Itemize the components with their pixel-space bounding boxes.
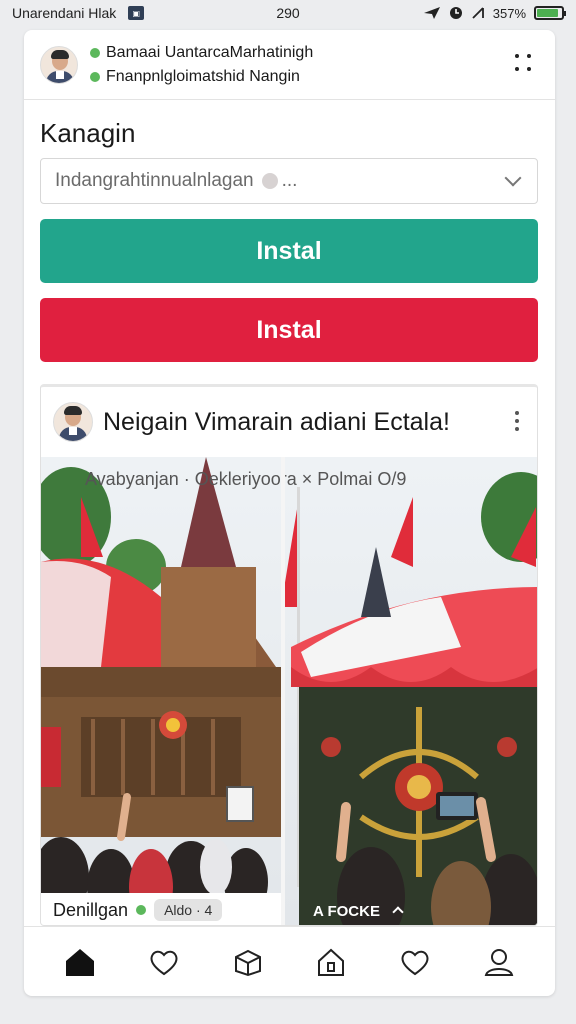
online-dot-icon xyxy=(90,71,100,82)
dropdown-select[interactable]: Indangrahtinnualnlagan ... xyxy=(40,158,538,204)
post-photo[interactable]: Avabyanjan · Oekleriyoora × Polmai O/9 D… xyxy=(41,457,537,925)
post-footer-right: A FOCKE xyxy=(313,903,404,920)
chevron-up-icon[interactable] xyxy=(392,906,404,918)
header-line-1: Bamaai UantarcaΜarhatinigh xyxy=(106,43,314,61)
status-dot-icon xyxy=(136,905,147,915)
nav-favorites-chat[interactable] xyxy=(138,936,190,988)
post-title: Neigain Vimarain adiani Ectala! xyxy=(103,407,450,436)
festival-illustration xyxy=(41,457,537,925)
post-header: Neigain Vimarain adiani Ectala! xyxy=(41,387,537,457)
dropdown-ellipsis: ... xyxy=(281,170,298,191)
chevron-down-icon xyxy=(504,169,522,187)
post-footer-left: Denillgan Aldo · 4 xyxy=(41,893,281,925)
cube-icon xyxy=(234,949,261,976)
notification-app-icon: ▣ xyxy=(128,6,145,20)
status-left-text: Unarеndani Hlak xyxy=(12,5,117,21)
avatar[interactable] xyxy=(40,45,78,84)
nav-store[interactable] xyxy=(305,936,357,988)
nav-home[interactable] xyxy=(54,936,106,988)
dropdown-value: Indangrahtinnualnlagan xyxy=(55,170,254,191)
heart-icon xyxy=(401,950,429,975)
nav-likes[interactable] xyxy=(389,936,441,988)
profile-icon xyxy=(484,948,514,976)
home-alt-icon xyxy=(318,948,345,976)
app-header: Bamaai UantarcaΜarhatinigh Fnanpnlgloima… xyxy=(24,30,555,100)
header-line-2: Fnanpnlgloimatshid Nangin xyxy=(106,67,300,85)
nav-packages[interactable] xyxy=(222,936,274,988)
online-dot-icon xyxy=(90,47,100,58)
status-bar: Unarеndani Hlak ▣ 290 357% xyxy=(0,0,576,26)
photo-caption: Avabyanjan · Oekleriyoora × Polmai O/9 xyxy=(85,469,407,489)
post-more-icon[interactable] xyxy=(515,411,519,431)
home-icon xyxy=(65,948,94,976)
install-secondary-button[interactable]: Instal xyxy=(40,298,538,362)
post-avatar[interactable] xyxy=(53,402,93,442)
post-footer-right-text: A FOCKE xyxy=(313,903,380,920)
app-card: Bamaai UantarcaΜarhatinigh Fnanpnlgloima… xyxy=(24,30,555,996)
clock-icon xyxy=(449,7,462,19)
nav-profile[interactable] xyxy=(473,936,525,988)
battery-icon xyxy=(534,6,566,20)
section-title: Kanagin xyxy=(40,118,136,148)
more-options-icon[interactable] xyxy=(515,54,535,74)
bottom-nav xyxy=(24,926,555,996)
post-author: Denillgan xyxy=(53,899,129,920)
send-icon xyxy=(423,7,440,19)
signal-icon xyxy=(472,7,484,19)
emoji-icon xyxy=(261,173,278,189)
post-card: Neigain Vimarain adiani Ectala! Avabyanj… xyxy=(40,384,538,926)
post-tag-pill[interactable]: Aldo · 4 xyxy=(154,899,223,921)
heart-chat-icon xyxy=(150,950,178,975)
battery-percent: 357% xyxy=(492,5,526,21)
install-primary-button[interactable]: Instal xyxy=(40,219,538,283)
